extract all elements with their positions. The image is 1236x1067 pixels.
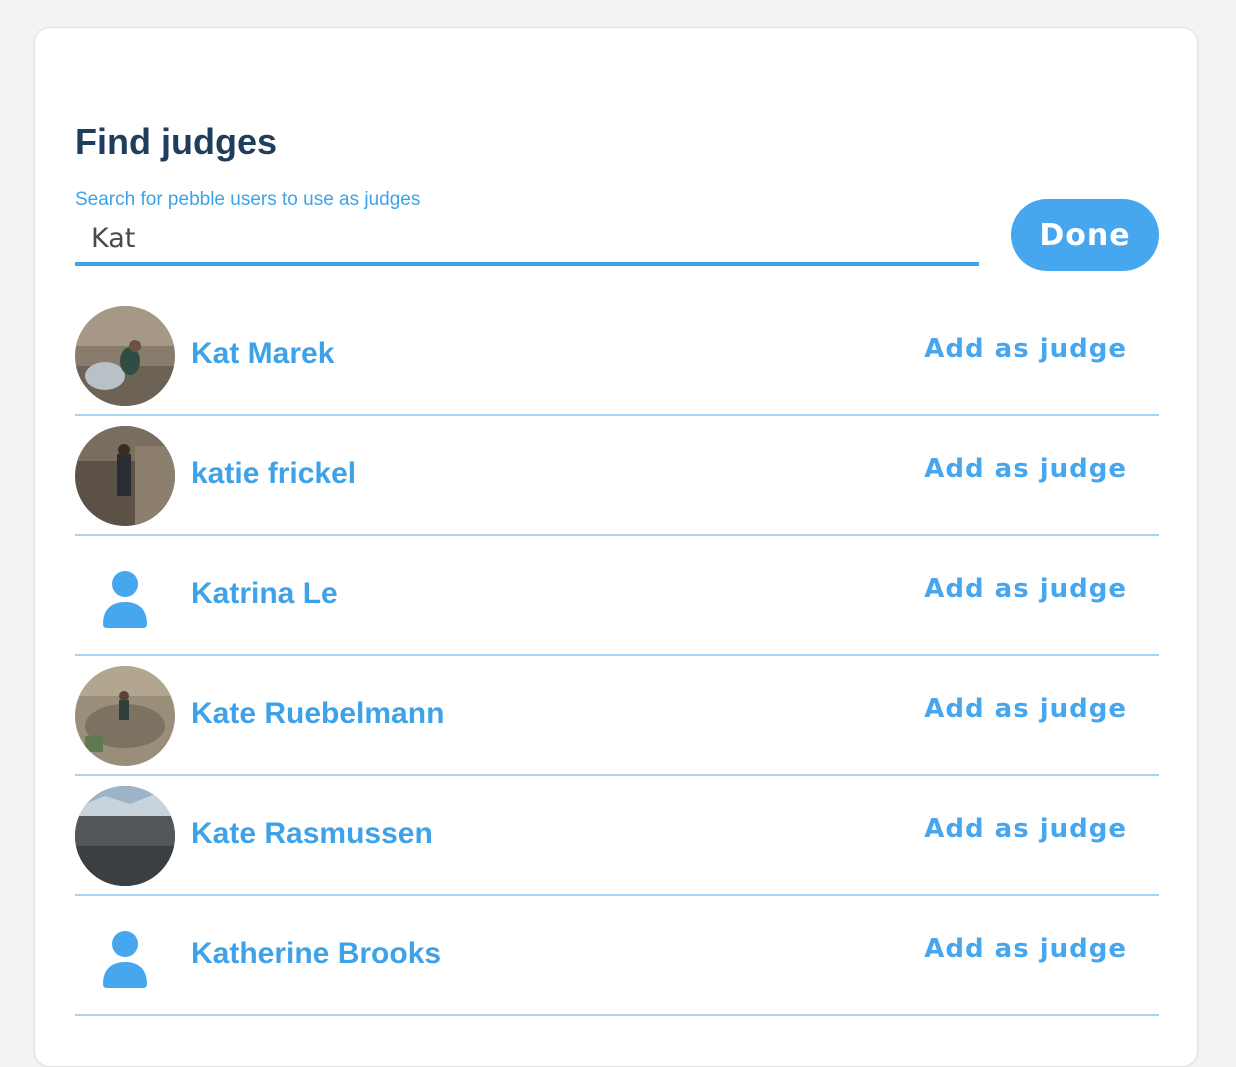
list-item: katie frickel Add as judge: [75, 416, 1159, 536]
list-item: Kat Marek Add as judge: [75, 296, 1159, 416]
person-icon: [103, 931, 147, 988]
add-as-judge-button[interactable]: Add as judge: [924, 814, 1127, 844]
add-as-judge-button[interactable]: Add as judge: [924, 574, 1127, 604]
search-label: Search for pebble users to use as judges: [75, 189, 421, 210]
list-item: Kate Ruebelmann Add as judge: [75, 656, 1159, 776]
user-name[interactable]: Katherine Brooks: [191, 936, 441, 972]
done-button[interactable]: Done: [1011, 199, 1159, 271]
user-name[interactable]: Katrina Le: [191, 576, 338, 612]
avatar: [75, 666, 175, 766]
find-judges-card: Find judges Search for pebble users to u…: [34, 27, 1198, 1067]
list-item: Katrina Le Add as judge: [75, 536, 1159, 656]
person-icon: [103, 571, 147, 628]
avatar: [75, 546, 175, 646]
user-name[interactable]: Kat Marek: [191, 336, 334, 372]
page-title: Find judges: [75, 121, 277, 162]
add-as-judge-button[interactable]: Add as judge: [924, 454, 1127, 484]
add-as-judge-button[interactable]: Add as judge: [924, 694, 1127, 724]
avatar: [75, 306, 175, 406]
add-as-judge-button[interactable]: Add as judge: [924, 934, 1127, 964]
results-list: Kat Marek Add as judge katie frickel Add…: [75, 296, 1159, 1016]
user-name[interactable]: Kate Rasmussen: [191, 816, 433, 852]
add-as-judge-button[interactable]: Add as judge: [924, 334, 1127, 364]
avatar: [75, 906, 175, 1006]
search-input[interactable]: [75, 214, 979, 266]
user-name[interactable]: Kate Ruebelmann: [191, 696, 444, 732]
avatar: [75, 786, 175, 886]
user-name[interactable]: katie frickel: [191, 456, 356, 492]
avatar: [75, 426, 175, 526]
list-item: Kate Rasmussen Add as judge: [75, 776, 1159, 896]
list-item: Katherine Brooks Add as judge: [75, 896, 1159, 1016]
